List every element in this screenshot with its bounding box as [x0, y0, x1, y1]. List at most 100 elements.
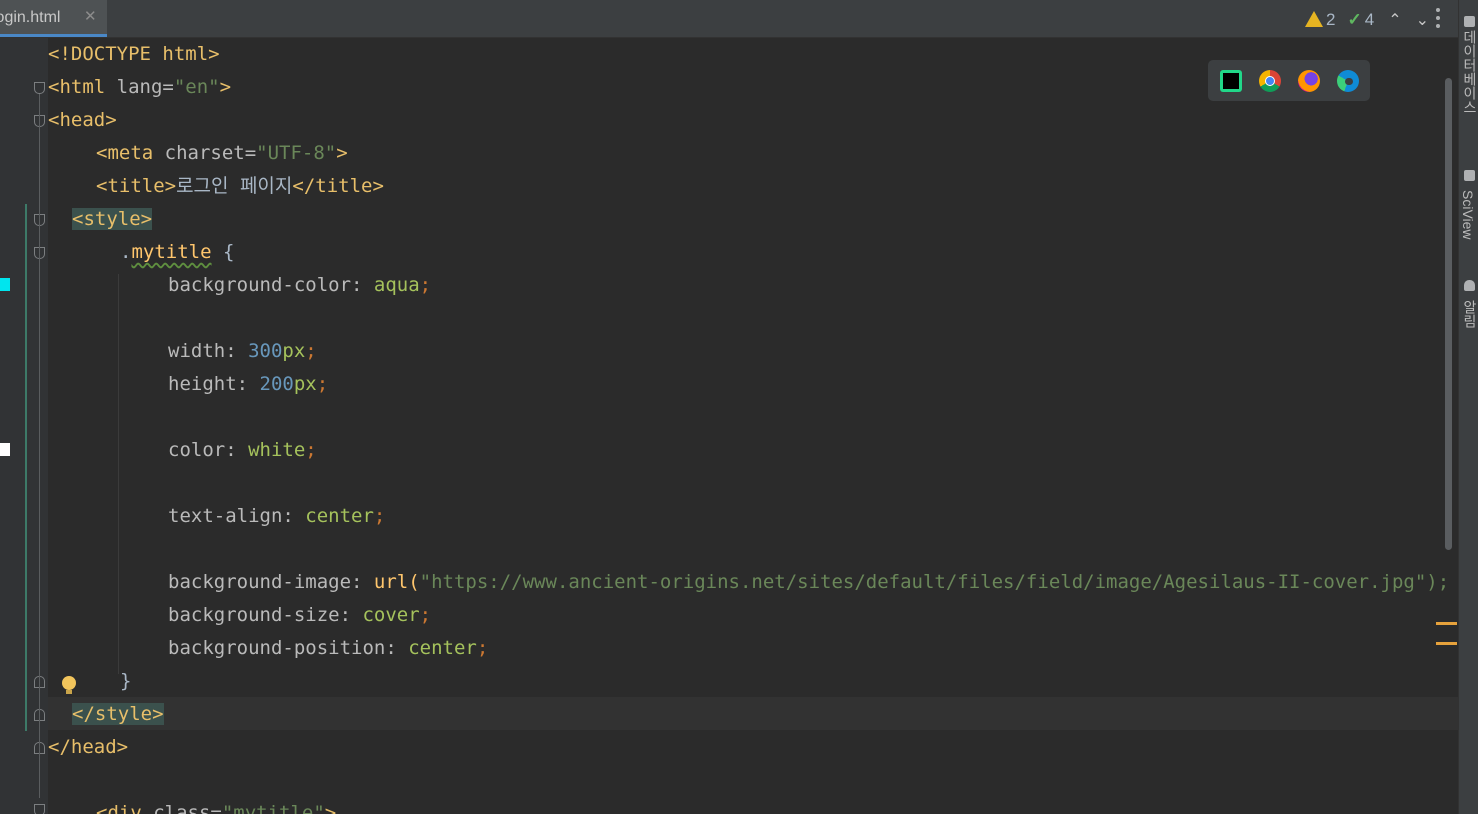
- color-value-token: white: [248, 439, 306, 461]
- align-prop-token: text-align:: [168, 505, 306, 527]
- title-close-token: </title>: [292, 175, 384, 197]
- firefox-icon[interactable]: [1298, 70, 1320, 92]
- code-line-13: color: white;: [168, 434, 317, 467]
- color-preview-aqua[interactable]: [0, 278, 10, 291]
- doctype-token: <!DOCTYPE html>: [48, 43, 220, 65]
- open-in-browser-toolbar: [1208, 60, 1370, 101]
- bgsize-value-token: cover: [362, 604, 420, 626]
- selector-dot-token: .: [120, 241, 132, 263]
- warning-icon: [1305, 11, 1323, 27]
- gt-token: >: [324, 802, 337, 814]
- intention-bulb-icon[interactable]: [62, 676, 76, 694]
- sciview-tool-label[interactable]: SciView: [1460, 190, 1476, 240]
- fold-guide-line: [39, 94, 40, 798]
- align-value-token: center: [305, 505, 374, 527]
- code-line-24: <div class="mytitle">: [96, 797, 336, 814]
- semicolon-token: ;: [305, 439, 317, 461]
- selector-name-token: mytitle: [131, 241, 212, 263]
- charset-value-token: "UTF-8": [256, 142, 337, 164]
- height-number-token: 200: [259, 373, 294, 395]
- notifications-tool-label[interactable]: 알림: [1460, 300, 1478, 328]
- code-line-18: background-size: cover;: [168, 599, 431, 632]
- semicolon-token: ;: [476, 637, 489, 659]
- editor-tab-bar: login.html ✕: [0, 0, 1478, 38]
- class-attr-token: class=: [141, 802, 222, 814]
- database-icon[interactable]: [1464, 16, 1475, 27]
- style-close-token: </style>: [72, 703, 164, 725]
- warning-count: 2: [1326, 10, 1336, 29]
- semicolon-token: ;: [305, 340, 317, 362]
- bgpos-value-token: center: [408, 637, 477, 659]
- semicolon-token: ;: [373, 505, 386, 527]
- more-options-icon[interactable]: [1430, 6, 1446, 30]
- chrome-icon[interactable]: [1259, 70, 1281, 92]
- title-open-token: <title>: [96, 175, 177, 197]
- code-line-20: }: [120, 665, 131, 698]
- bell-icon[interactable]: [1464, 280, 1475, 291]
- tab-login-html[interactable]: login.html ✕: [0, 0, 107, 37]
- check-icon: ✓: [1347, 10, 1362, 29]
- code-line-3: <head>: [48, 104, 117, 137]
- code-line-22: </head>: [48, 731, 128, 764]
- inspection-widget[interactable]: 2 ✓ 4 ⌃ ⌄: [1305, 10, 1429, 34]
- brace-close-token: }: [120, 670, 132, 692]
- edge-icon[interactable]: [1337, 70, 1359, 92]
- previous-highlight-icon[interactable]: ⌃: [1388, 10, 1401, 30]
- color-prop-token: color:: [168, 439, 249, 461]
- bgsize-prop-token: background-size:: [168, 604, 363, 626]
- gt-token: >: [336, 142, 348, 164]
- lang-value-token: "en": [173, 76, 220, 98]
- fold-html-icon[interactable]: [34, 82, 45, 94]
- title-text-token: 로그인 페이지: [176, 175, 293, 197]
- code-line-2: <html lang="en">: [48, 71, 231, 104]
- right-tool-strip: 데이터베이스 SciView 알림: [1458, 0, 1478, 814]
- current-line-highlight: [48, 697, 1458, 730]
- head-open-token: <head>: [48, 109, 117, 131]
- charset-attr-token: charset=: [153, 142, 257, 164]
- sciview-icon[interactable]: [1464, 170, 1475, 181]
- next-highlight-icon[interactable]: ⌄: [1416, 10, 1429, 30]
- code-line-4: <meta charset="UTF-8">: [96, 137, 348, 170]
- bgcolor-prop-token: background-color:: [168, 274, 374, 296]
- code-line-11: height: 200px;: [168, 368, 328, 401]
- semicolon-token: ;: [419, 274, 432, 296]
- indent-guide: [118, 274, 119, 674]
- div-open-token: <div: [96, 802, 142, 814]
- width-prop-token: width:: [168, 340, 249, 362]
- warning-stripe[interactable]: [1436, 622, 1457, 625]
- scrollbar-thumb[interactable]: [1445, 78, 1452, 550]
- lang-attr-token: lang=: [105, 76, 174, 98]
- code-line-10: width: 300px;: [168, 335, 317, 368]
- style-open-token: <style>: [72, 208, 153, 230]
- code-line-8: background-color: aqua;: [168, 269, 431, 302]
- height-unit-token: px: [293, 373, 317, 395]
- class-value-token: "mytitle": [221, 802, 325, 814]
- check-count: 4: [1364, 10, 1375, 29]
- head-close-token: </head>: [48, 736, 129, 758]
- url-string-token: "https://www.ancient-origins.net/sites/d…: [419, 571, 1450, 593]
- fold-div-icon[interactable]: [34, 804, 45, 814]
- bgimage-prop-token: background-image:: [168, 571, 374, 593]
- code-line-7: .mytitle {: [120, 236, 234, 269]
- color-preview-white[interactable]: [0, 443, 10, 456]
- pycharm-icon[interactable]: [1220, 70, 1242, 92]
- meta-open-token: <meta: [96, 142, 154, 164]
- code-line-19: background-position: center;: [168, 632, 488, 665]
- code-line-6: <style>: [72, 203, 153, 236]
- semicolon-token: ;: [316, 373, 329, 395]
- bgpos-prop-token: background-position:: [168, 637, 409, 659]
- database-tool-label[interactable]: 데이터베이스: [1460, 30, 1478, 114]
- code-line-15: text-align: center;: [168, 500, 385, 533]
- semicolon-token: ;: [419, 604, 432, 626]
- code-line-5: <title>로그인 페이지</title>: [96, 170, 384, 203]
- code-editor[interactable]: <!DOCTYPE html> <html lang="en"> <head> …: [0, 38, 1458, 814]
- close-icon[interactable]: ✕: [84, 7, 97, 25]
- code-line-17: background-image: url("https://www.ancie…: [168, 566, 1449, 599]
- width-number-token: 300: [248, 340, 283, 362]
- brace-open-token: {: [211, 241, 235, 263]
- bgcolor-value-token: aqua: [373, 274, 420, 296]
- editor-gutter[interactable]: [0, 38, 48, 814]
- warning-stripe[interactable]: [1436, 642, 1457, 645]
- gt-token: >: [219, 76, 232, 98]
- style-block-range-marker: [25, 204, 27, 731]
